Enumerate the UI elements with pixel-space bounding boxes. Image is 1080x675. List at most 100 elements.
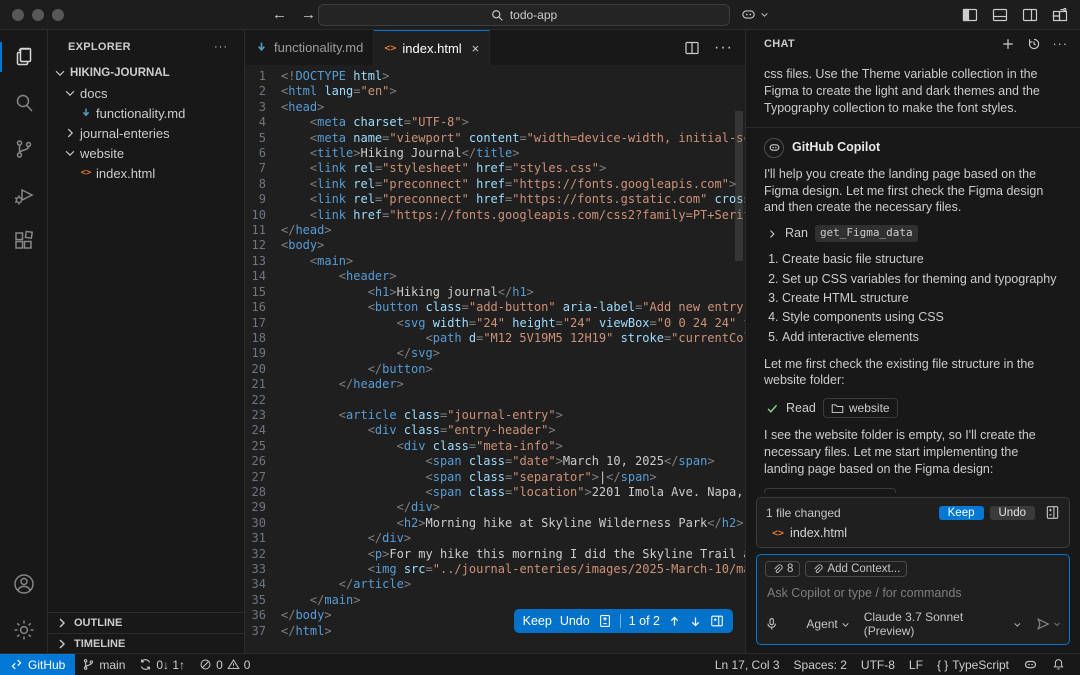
code-line: 18 <path d="M12 5V19M5 12H19" stroke="cu…	[251, 330, 745, 345]
keep-all-button[interactable]: Keep	[938, 505, 984, 520]
go-forward-button[interactable]: →	[301, 6, 316, 23]
undo-all-button[interactable]: Undo	[989, 505, 1035, 520]
activity-source-control[interactable]	[0, 126, 48, 172]
copilot-icon	[1024, 660, 1037, 669]
html-file-icon: <>	[772, 492, 784, 493]
undo-change-button[interactable]: Undo	[560, 614, 590, 628]
editor-scrollbar[interactable]	[735, 111, 743, 261]
tree-item-label: functionality.md	[96, 105, 186, 121]
outline-section[interactable]: OUTLINE	[48, 613, 244, 633]
read-target-chip[interactable]: website	[822, 398, 898, 419]
search-icon	[16, 94, 33, 112]
code-line: 26 <span class="date">March 10, 2025</sp…	[251, 454, 715, 469]
tree-item-functionality.md[interactable]: functionality.md	[48, 103, 244, 123]
new-chat-icon[interactable]	[1001, 37, 1015, 51]
next-change-icon[interactable]	[689, 615, 702, 628]
activity-extensions[interactable]	[0, 218, 48, 264]
search-icon	[491, 9, 503, 21]
view-diff-icon[interactable]	[1045, 505, 1060, 520]
copilot-avatar	[764, 137, 784, 158]
source-control-icon	[16, 140, 31, 158]
chat-input-box[interactable]: 8 Add Context... Ask Copilot or type / f…	[756, 554, 1070, 645]
code-line: 6 <title>Hiking Journal</title>	[258, 146, 520, 161]
code-line: 28 <span class="location">2201 Imola Ave…	[251, 484, 744, 499]
tab-index-html[interactable]: <> index.html ×	[374, 30, 491, 65]
chat-more-actions-button[interactable]: ···	[1053, 37, 1069, 51]
tree-item-index.html[interactable]: <> index.html	[48, 163, 244, 183]
chat-input-field[interactable]: Ask Copilot or type / for commands	[765, 584, 1061, 610]
accounts-button[interactable]	[0, 561, 48, 607]
language-mode[interactable]: { } TypeScript	[930, 658, 1016, 672]
send-icon	[1037, 618, 1050, 630]
editor-group: functionality.md <> index.html × ··· 1 <!…	[245, 30, 745, 653]
outline-label: OUTLINE	[74, 617, 123, 629]
tree-item-hiking-journal[interactable]: HIKING-JOURNAL	[48, 63, 244, 83]
chat-messages[interactable]: css files. Use the Theme variable collec…	[746, 58, 1080, 493]
close-window-button[interactable]	[12, 8, 24, 21]
editor-more-actions-button[interactable]: ···	[714, 39, 733, 57]
code-line: 8 <link rel="preconnect" href="https://f…	[258, 176, 737, 191]
code-line: 7 <link rel="stylesheet" href="styles.cs…	[258, 161, 607, 176]
minimize-window-button[interactable]	[32, 8, 44, 21]
chevron-down-icon	[1014, 622, 1021, 627]
cursor-position[interactable]: Ln 17, Col 3	[708, 658, 787, 672]
chat-panel-title: CHAT	[764, 38, 795, 50]
tree-item-website[interactable]: website	[48, 143, 244, 163]
notifications-bell[interactable]	[1045, 658, 1072, 671]
maximize-window-button[interactable]	[52, 8, 64, 21]
code-line: 14 <header>	[251, 269, 397, 284]
window-controls[interactable]	[12, 8, 64, 21]
status-bar: GitHub main 0↓ 1↑ 0 0 Ln 17, Col 3 Space…	[0, 653, 1080, 675]
toggle-panel-icon[interactable]	[992, 7, 1008, 23]
open-diff-icon[interactable]	[710, 614, 724, 628]
indentation[interactable]: Spaces: 2	[787, 658, 854, 672]
customize-layout-icon[interactable]	[1052, 7, 1068, 23]
model-selector[interactable]: Claude 3.7 Sonnet (Preview)	[864, 610, 1022, 638]
previous-change-icon[interactable]	[668, 615, 681, 628]
changed-file-row[interactable]: <> index.html	[766, 526, 1060, 540]
edited-file-chip[interactable]: <> index.html +37 -1	[764, 488, 896, 493]
activity-explorer[interactable]	[0, 34, 48, 80]
tree-item-label: journal-enteries	[80, 125, 170, 141]
microphone-icon[interactable]	[765, 617, 778, 631]
timeline-section[interactable]: TIMELINE	[48, 633, 244, 653]
tree-item-docs[interactable]: docs	[48, 83, 244, 103]
attachments-chip[interactable]: 8	[765, 561, 801, 577]
code-editor[interactable]: 1 <!DOCTYPE html> 2 <html lang="en"> 3 <head>…	[245, 65, 745, 653]
code-line: 3 <head>	[258, 99, 325, 114]
encoding[interactable]: UTF-8	[854, 658, 902, 672]
activity-run-debug[interactable]	[0, 172, 48, 218]
message-divider	[746, 126, 1080, 128]
chevron-down-icon	[842, 622, 849, 627]
settings-button[interactable]	[0, 607, 48, 653]
chat-history-icon[interactable]	[1027, 37, 1041, 51]
send-button[interactable]	[1036, 617, 1061, 631]
code-line: 5 <meta name="viewport" content="width=d…	[258, 130, 745, 145]
copilot-status[interactable]	[1016, 657, 1045, 672]
copilot-menu-button[interactable]	[740, 6, 769, 23]
sidebar-title: EXPLORER	[68, 40, 131, 53]
tool-call-read[interactable]: Read website	[766, 398, 1062, 419]
remote-indicator[interactable]: GitHub	[0, 654, 76, 675]
tool-call-ran[interactable]: Ran get_Figma_data	[766, 225, 1062, 243]
eol-sequence[interactable]: LF	[902, 658, 930, 672]
activity-search[interactable]	[0, 80, 48, 126]
toggle-primary-sidebar-icon[interactable]	[962, 7, 978, 23]
search-value: todo-app	[509, 8, 558, 22]
keep-change-button[interactable]: Keep	[523, 614, 552, 628]
diff-file-icon[interactable]	[598, 614, 612, 628]
mode-selector[interactable]: Agent	[806, 617, 849, 631]
tree-item-journal-enteries[interactable]: journal-enteries	[48, 123, 244, 143]
sync-indicator[interactable]: 0↓ 1↑	[132, 658, 192, 672]
tab-functionality-md[interactable]: functionality.md	[245, 30, 375, 65]
add-context-button[interactable]: Add Context...	[805, 561, 908, 577]
toggle-secondary-sidebar-icon[interactable]	[1022, 7, 1038, 23]
code-line: 10 <link href="https://fonts.googleapis.…	[251, 207, 745, 222]
command-center-search[interactable]: todo-app	[318, 4, 730, 26]
sidebar-more-actions-button[interactable]: ···	[214, 41, 228, 53]
problems-indicator[interactable]: 0 0	[192, 658, 257, 672]
branch-indicator[interactable]: main	[75, 658, 132, 672]
split-editor-icon[interactable]	[684, 40, 700, 56]
go-back-button[interactable]: ←	[272, 6, 287, 23]
close-tab-icon[interactable]: ×	[472, 41, 480, 56]
